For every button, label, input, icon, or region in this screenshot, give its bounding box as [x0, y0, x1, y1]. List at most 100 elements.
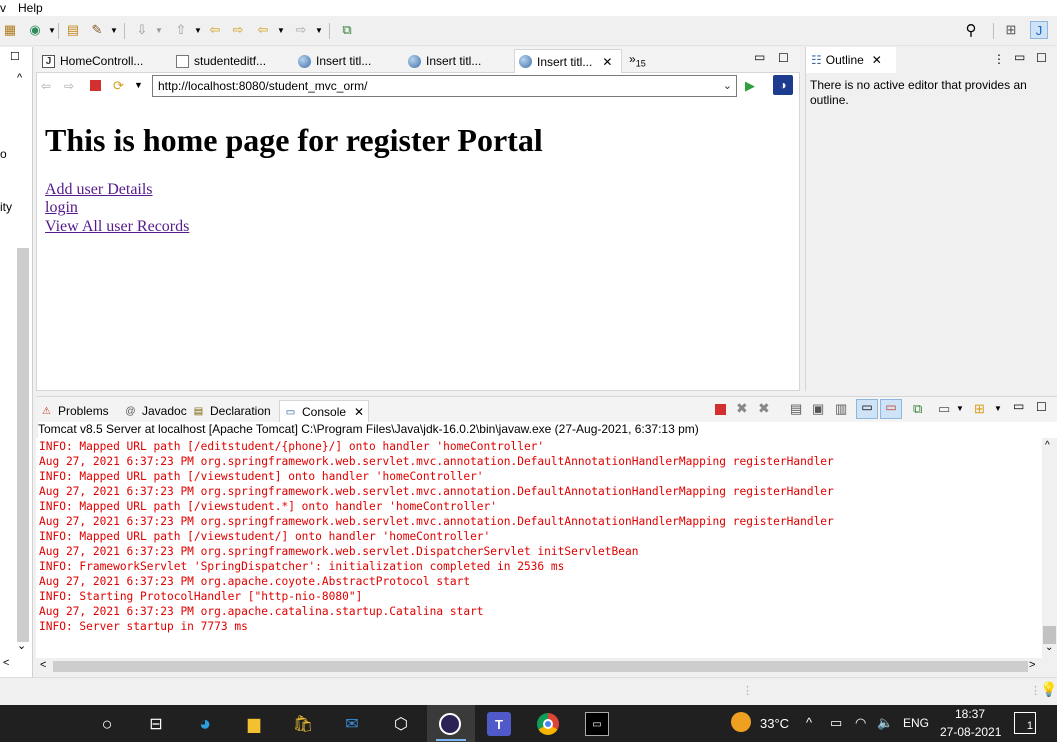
notification-count: 1	[1026, 720, 1033, 732]
edge-icon[interactable]: ◕	[193, 712, 217, 736]
run-icon[interactable]: ◉	[26, 21, 44, 39]
open-icon[interactable]: ▤	[64, 21, 82, 39]
file-explorer-icon[interactable]: ▆	[242, 712, 266, 736]
console-horizontal-thumb[interactable]	[53, 661, 1028, 672]
tab-insert-title-3[interactable]: Insert titl... ✕	[514, 49, 622, 73]
refresh-icon[interactable]: ⟳	[113, 78, 124, 94]
tab-problems[interactable]: ⚠ Problems	[40, 401, 109, 421]
menu-help[interactable]: Help	[18, 1, 43, 15]
open-task-icon[interactable]: ⧉	[338, 21, 356, 39]
minimize-icon[interactable]: ☐	[10, 50, 20, 63]
minimize-icon[interactable]: ▭	[1014, 50, 1025, 64]
console-vertical-scrollbar[interactable]	[1042, 438, 1057, 658]
overflow-chevron[interactable]: »15	[629, 52, 646, 68]
terminal-icon[interactable]: ▭	[585, 712, 609, 736]
task-view-icon[interactable]: ⊟	[144, 712, 168, 736]
chevron-down-icon[interactable]: ▼	[150, 21, 168, 39]
store-icon[interactable]: 🛍	[291, 712, 315, 736]
show-on-stdout-icon[interactable]: ▭	[856, 399, 878, 419]
sketch-icon[interactable]: ⬡	[389, 712, 413, 736]
stop-icon[interactable]	[90, 80, 101, 91]
chevron-down-icon[interactable]: ▼	[272, 21, 290, 39]
notification-icon[interactable]: 1	[1014, 712, 1036, 734]
wifi-icon[interactable]: ◠	[855, 715, 866, 731]
forward-icon[interactable]: ⇨	[64, 79, 74, 93]
back-icon[interactable]: ⇦	[254, 21, 272, 39]
menu-item-partial[interactable]: v	[0, 1, 6, 15]
search-circle-icon[interactable]: ○	[95, 712, 119, 736]
edit-icon[interactable]: ✎	[88, 21, 106, 39]
left-scrollbar-thumb[interactable]	[17, 248, 29, 642]
clock-time[interactable]: 18:37	[955, 707, 985, 721]
scroll-up-icon[interactable]: ^	[1045, 440, 1050, 451]
view-menu-icon[interactable]: ⋮	[993, 52, 1005, 66]
teams-icon[interactable]: T	[487, 712, 511, 736]
mail-icon[interactable]: ✉	[340, 712, 364, 736]
scroll-up-icon[interactable]: ^	[17, 72, 22, 84]
tab-console[interactable]: ▭ Console ✕	[279, 400, 370, 423]
chevron-down-icon[interactable]: ▼	[956, 404, 964, 413]
weather-temp[interactable]: 33°C	[760, 716, 789, 731]
maximize-icon[interactable]: ☐	[778, 51, 789, 65]
scroll-left-icon[interactable]: <	[3, 657, 9, 669]
prev-annotation-icon[interactable]: ⇧	[172, 21, 190, 39]
tab-javadoc[interactable]: @ Javadoc	[124, 401, 186, 421]
terminate-icon[interactable]	[715, 404, 726, 415]
language-indicator[interactable]: ENG	[903, 716, 929, 730]
chevron-down-icon[interactable]: ⌄	[723, 79, 732, 92]
word-wrap-icon[interactable]: ▥	[835, 401, 847, 417]
chevron-down-icon[interactable]: ▼	[189, 21, 207, 39]
chevron-down-icon[interactable]: ▼	[994, 404, 1002, 413]
close-icon[interactable]: ✕	[872, 53, 882, 67]
minimize-icon[interactable]: ▭	[1013, 399, 1024, 413]
tab-insert-title-2[interactable]: Insert titl...	[404, 49, 512, 73]
tab-declaration[interactable]: ▤ Declaration	[192, 401, 271, 421]
close-icon[interactable]: ✕	[602, 55, 612, 69]
remove-launch-icon[interactable]: ✖	[736, 400, 748, 417]
chevron-down-icon[interactable]: ▼	[105, 21, 123, 39]
close-icon[interactable]: ✕	[354, 405, 364, 419]
chrome-icon[interactable]	[536, 712, 560, 736]
pin-console-icon[interactable]: ⧉	[913, 401, 922, 417]
forward-edit-icon[interactable]: ⇨	[229, 21, 247, 39]
scroll-left-icon[interactable]: <	[40, 659, 46, 671]
package-icon[interactable]: ▦	[1, 21, 19, 39]
login-link[interactable]: login	[45, 199, 78, 217]
maximize-icon[interactable]: ☐	[1036, 400, 1047, 414]
volume-icon[interactable]: 🔈	[877, 715, 893, 731]
tab-outline[interactable]: ☷ Outline ✕	[806, 47, 896, 73]
maximize-icon[interactable]: ☐	[1036, 51, 1047, 65]
tab-insert-title-1[interactable]: Insert titl...	[294, 49, 402, 73]
scroll-lock-icon[interactable]: ▣	[812, 401, 824, 417]
eclipse-icon[interactable]	[438, 712, 462, 736]
perspective-icon[interactable]: ⊞	[1002, 21, 1020, 39]
view-all-records-link[interactable]: View All user Records	[45, 218, 189, 236]
tab-studenteditform[interactable]: studenteditf...	[172, 49, 292, 73]
battery-icon[interactable]: ▭	[830, 715, 842, 731]
url-input[interactable]: http://localhost:8080/student_mvc_orm/ ⌄	[152, 75, 737, 97]
tab-homecontroller[interactable]: J HomeControll...	[38, 49, 166, 73]
add-user-details-link[interactable]: Add user Details	[45, 181, 153, 199]
chevron-down-icon[interactable]: ▼	[310, 21, 328, 39]
clear-console-icon[interactable]: ▤	[790, 401, 802, 417]
back-icon[interactable]: ⇦	[41, 79, 51, 93]
show-on-stderr-icon[interactable]: ▭	[880, 399, 902, 419]
scroll-down-icon[interactable]: ⌄	[1045, 642, 1053, 653]
open-console-icon[interactable]: ⊞	[974, 401, 985, 417]
scroll-right-icon[interactable]: >	[1029, 659, 1035, 671]
search-icon[interactable]: ⚲	[962, 21, 980, 39]
java-perspective-icon[interactable]: J	[1030, 21, 1048, 39]
remove-all-icon[interactable]: ✖	[758, 400, 770, 417]
chevron-down-icon[interactable]: ▼	[134, 80, 143, 90]
tray-overflow-icon[interactable]: ^	[806, 715, 812, 730]
eclipse-browser-icon[interactable]: ◑	[773, 75, 793, 95]
next-annotation-icon[interactable]: ⇩	[133, 21, 151, 39]
forward-icon[interactable]: ⇨	[292, 21, 310, 39]
display-console-icon[interactable]: ▭	[938, 401, 950, 417]
console-line: Aug 27, 2021 6:37:23 PM org.apache.coyot…	[39, 575, 471, 588]
back-edit-icon[interactable]: ⇦	[206, 21, 224, 39]
tip-icon[interactable]: 💡	[1040, 681, 1057, 698]
minimize-icon[interactable]: ▭	[754, 50, 765, 64]
clock-date[interactable]: 27-08-2021	[940, 725, 1001, 739]
go-icon[interactable]: ▶	[745, 78, 755, 94]
